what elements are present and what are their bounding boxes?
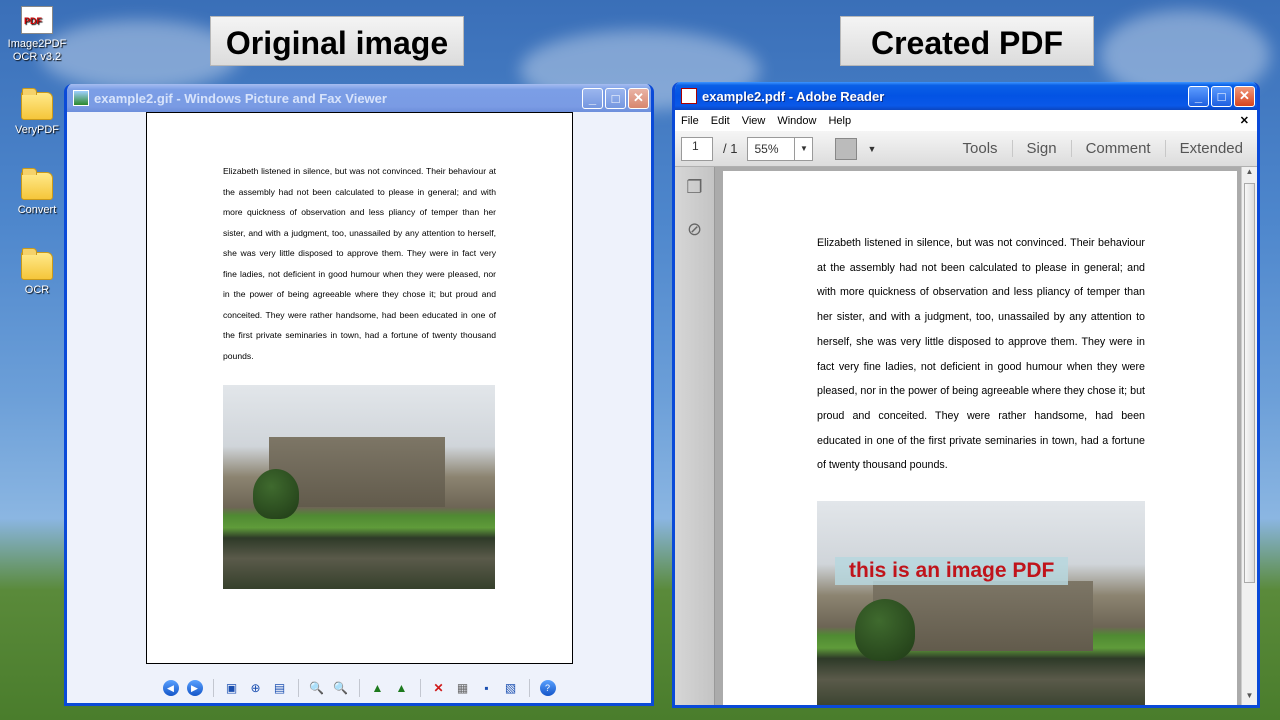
- close-button[interactable]: ✕: [1234, 85, 1255, 107]
- fit-page-icon[interactable]: [835, 137, 858, 160]
- scroll-thumb[interactable]: [1244, 183, 1255, 583]
- close-document-icon[interactable]: ✕: [1240, 114, 1249, 127]
- minimize-button[interactable]: _: [582, 87, 603, 109]
- reader-title: example2.pdf - Adobe Reader: [702, 88, 885, 104]
- reader-titlebar[interactable]: example2.pdf - Adobe Reader _ □ ✕: [675, 82, 1257, 110]
- vertical-scrollbar[interactable]: ▲ ▼: [1241, 167, 1257, 705]
- close-button[interactable]: ✕: [628, 87, 649, 109]
- slideshow-icon[interactable]: ▤: [270, 678, 290, 698]
- minimize-button[interactable]: _: [1188, 85, 1209, 107]
- pdf-icon: [681, 88, 697, 104]
- more-tools-dropdown-icon[interactable]: ▼: [867, 144, 876, 154]
- maximize-button[interactable]: □: [605, 87, 626, 109]
- menu-bar: File Edit View Window Help ✕: [675, 110, 1257, 131]
- mansion-photo: [223, 385, 495, 589]
- desktop-icon-verypdf[interactable]: VeryPDF: [2, 88, 72, 137]
- pdf-paragraph: Elizabeth listened in silence, but was n…: [817, 237, 1145, 472]
- menu-view[interactable]: View: [742, 115, 766, 127]
- menu-file[interactable]: File: [681, 115, 699, 127]
- adobe-reader-window[interactable]: example2.pdf - Adobe Reader _ □ ✕ File E…: [672, 82, 1260, 708]
- viewer-toolbar: ◀ ▶ ▣ ⊕ ▤ 🔍 🔍 ▲ ▲ ✕ ▦ ▪ ▧ ?: [67, 673, 651, 703]
- tree-shape: [253, 469, 299, 519]
- help-icon[interactable]: ?: [538, 678, 558, 698]
- desktop-icon-convert[interactable]: Convert: [2, 168, 72, 217]
- image-page: Elizabeth listened in silence, but was n…: [146, 112, 573, 664]
- folder-icon: [21, 168, 53, 200]
- pages-panel-icon[interactable]: ❐: [685, 177, 705, 199]
- zoom-in-icon[interactable]: 🔍: [307, 678, 327, 698]
- viewer-canvas: Elizabeth listened in silence, but was n…: [67, 112, 651, 703]
- comment-link[interactable]: Comment: [1070, 140, 1165, 157]
- folder-icon: [21, 88, 53, 120]
- picture-viewer-window[interactable]: example2.gif - Windows Picture and Fax V…: [64, 84, 654, 706]
- zoom-select[interactable]: 55% ▼: [747, 136, 814, 161]
- tools-link[interactable]: Tools: [949, 140, 1012, 157]
- caption-original: Original image: [210, 16, 464, 66]
- desktop-icon-label: VeryPDF: [14, 124, 59, 136]
- tree-shape: [855, 599, 915, 661]
- reader-toolbar: 1 / 1 55% ▼ ▼ Tools Sign Comment Extende…: [675, 131, 1257, 167]
- page-number-input[interactable]: 1: [681, 136, 713, 161]
- scroll-up-icon[interactable]: ▲: [1242, 167, 1257, 181]
- viewer-title: example2.gif - Windows Picture and Fax V…: [94, 90, 387, 106]
- page-total: / 1: [723, 141, 738, 156]
- menu-help[interactable]: Help: [828, 115, 851, 127]
- desktop-icon-label: OCR: [24, 284, 50, 296]
- chevron-down-icon[interactable]: ▼: [794, 137, 812, 160]
- actual-size-icon[interactable]: ⊕: [246, 678, 266, 698]
- rotate-counterclockwise-icon[interactable]: ▲: [392, 678, 412, 698]
- desktop-icon-label: Convert: [17, 204, 57, 216]
- pdf-page: Elizabeth listened in silence, but was n…: [723, 171, 1237, 705]
- previous-image-icon[interactable]: ◀: [161, 678, 181, 698]
- picture-viewer-icon: [73, 90, 89, 106]
- print-icon[interactable]: ▦: [453, 678, 473, 698]
- zoom-value: 55%: [754, 141, 779, 156]
- next-image-icon[interactable]: ▶: [185, 678, 205, 698]
- folder-icon: [21, 248, 53, 280]
- viewer-titlebar[interactable]: example2.gif - Windows Picture and Fax V…: [67, 84, 651, 112]
- scroll-down-icon[interactable]: ▼: [1242, 691, 1257, 705]
- pdf-app-icon: PDF: [21, 6, 53, 34]
- desktop-icon-ocr[interactable]: OCR: [2, 248, 72, 297]
- extended-link[interactable]: Extended: [1164, 140, 1257, 157]
- image-pdf-label: this is an image PDF: [835, 557, 1069, 585]
- rotate-clockwise-icon[interactable]: ▲: [368, 678, 388, 698]
- attachments-icon[interactable]: ⊘: [685, 219, 705, 241]
- desktop-icon-label: Image2PDF OCR v3.2: [7, 38, 67, 63]
- desktop-icon-image2pdf[interactable]: PDF Image2PDF OCR v3.2: [2, 6, 72, 64]
- caption-created: Created PDF: [840, 16, 1094, 66]
- save-icon[interactable]: ▪: [477, 678, 497, 698]
- maximize-button[interactable]: □: [1211, 85, 1232, 107]
- delete-icon[interactable]: ✕: [429, 678, 449, 698]
- menu-window[interactable]: Window: [777, 115, 816, 127]
- navigation-pane: ❐ ⊘: [675, 167, 715, 705]
- menu-edit[interactable]: Edit: [711, 115, 730, 127]
- document-area: ❐ ⊘ Elizabeth listened in silence, but w…: [675, 167, 1257, 705]
- page-paragraph: Elizabeth listened in silence, but was n…: [223, 166, 496, 361]
- edit-icon[interactable]: ▧: [501, 678, 521, 698]
- best-fit-icon[interactable]: ▣: [222, 678, 242, 698]
- sign-link[interactable]: Sign: [1011, 140, 1071, 157]
- pdf-photo: [817, 501, 1145, 705]
- zoom-out-icon[interactable]: 🔍: [331, 678, 351, 698]
